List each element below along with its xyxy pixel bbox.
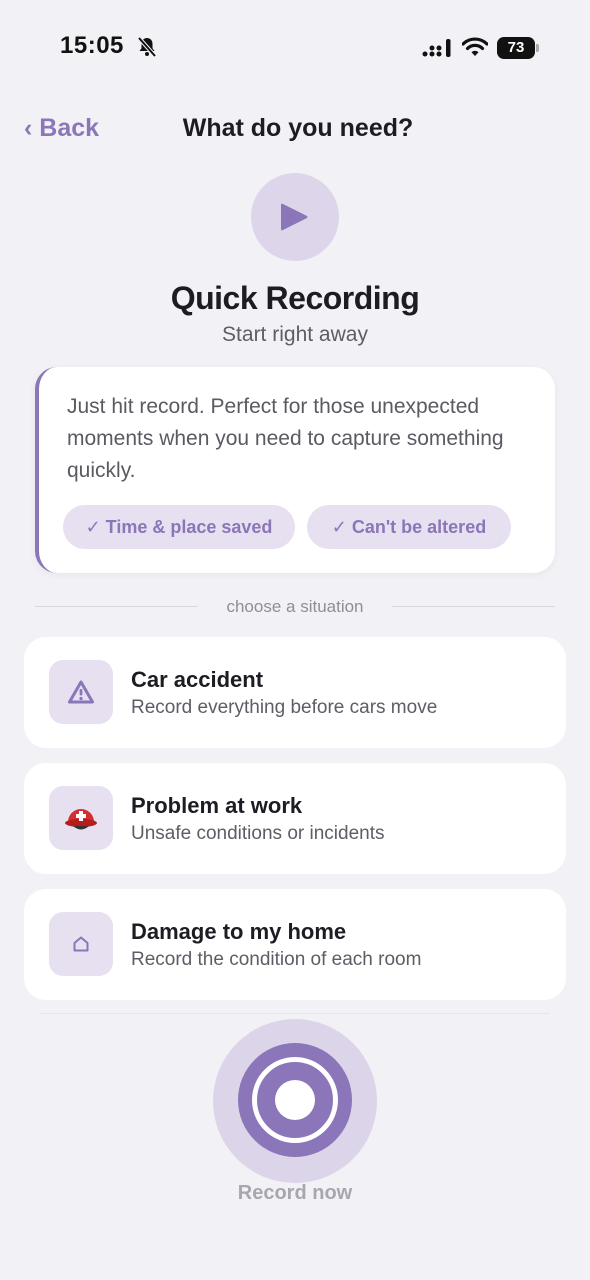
situation-title: Damage to my home <box>131 919 347 944</box>
page-title: What do you need? <box>182 114 414 142</box>
situation-car-accident[interactable]: Car accident Record everything before ca… <box>24 637 566 748</box>
description-text: Just hit record. Perfect for those unexp… <box>67 395 504 482</box>
situation-subtitle: Unsafe conditions or incidents <box>131 823 385 844</box>
situation-subtitle: Record the condition of each room <box>131 949 422 970</box>
battery-level: 73 <box>497 37 535 59</box>
play-icon-circle <box>251 173 339 261</box>
rescue-helmet-icon <box>49 786 113 850</box>
situation-damage-home[interactable]: Damage to my home Record the condition o… <box>24 889 566 1000</box>
situation-title: Problem at work <box>131 793 303 818</box>
wifi-icon <box>462 37 488 56</box>
hero-subtitle: Start right away <box>222 323 368 346</box>
play-icon <box>281 203 308 231</box>
record-dot-icon <box>275 1080 315 1120</box>
feature-chip-time-place: ✓ Time & place saved <box>63 505 295 549</box>
record-button-core[interactable] <box>238 1043 352 1157</box>
situation-subtitle: Record everything before cars move <box>131 697 438 718</box>
record-button[interactable] <box>213 1019 377 1183</box>
bell-muted-icon <box>137 36 157 58</box>
record-label[interactable]: Record now <box>0 1182 590 1205</box>
situation-problem-at-work[interactable]: Problem at work Unsafe conditions or inc… <box>24 763 566 874</box>
situation-title: Car accident <box>131 667 264 692</box>
hero-title: Quick Recording <box>170 280 420 316</box>
battery-icon: 73 <box>497 37 539 59</box>
description-card: Just hit record. Perfect for those unexp… <box>35 367 555 573</box>
feature-chip-unaltered: ✓ Can't be altered <box>307 505 511 549</box>
warning-icon <box>49 660 113 724</box>
status-time: 15:05 <box>60 32 124 59</box>
divider-label: choose a situation <box>226 597 364 616</box>
list-bottom-divider <box>40 1013 550 1014</box>
cellular-signal-icon <box>422 39 451 57</box>
record-ring-icon <box>252 1057 338 1143</box>
house-icon <box>49 912 113 976</box>
